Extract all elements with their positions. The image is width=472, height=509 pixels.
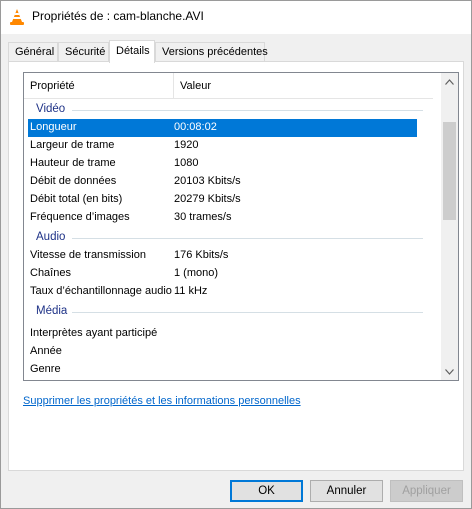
group-divider	[72, 110, 423, 111]
details-row[interactable]: Longueur 00:08:02	[28, 119, 417, 137]
details-row[interactable]: Année	[28, 343, 417, 361]
property-value: 20279 Kbits/s	[174, 193, 241, 205]
title-bar[interactable]: Propriétés de : cam-blanche.AVI	[1, 1, 471, 34]
scroll-thumb[interactable]	[443, 122, 456, 220]
details-panel: Propriété Valeur Vidéo Longueur 00:08:02…	[8, 61, 464, 471]
apply-button[interactable]: Appliquer	[390, 480, 463, 502]
vlc-cone-icon	[9, 8, 25, 26]
property-value: 30 trames/s	[174, 211, 232, 223]
remove-properties-link[interactable]: Supprimer les propriétés et les informat…	[23, 395, 301, 407]
property-name: Largeur de trame	[30, 139, 115, 151]
scroll-down-icon[interactable]	[441, 363, 458, 380]
property-name: Longueur	[30, 121, 77, 133]
group-divider	[72, 238, 423, 239]
tab-security[interactable]: Sécurité	[58, 42, 109, 62]
tab-general[interactable]: Général	[8, 42, 58, 62]
property-name: Fréquence d’images	[30, 211, 130, 223]
group-divider	[72, 312, 423, 313]
details-row[interactable]: Débit total (en bits) 20279 Kbits/s	[28, 191, 417, 209]
property-name: Débit total (en bits)	[30, 193, 123, 205]
property-name: Taux d’échantillonnage audio	[30, 285, 172, 297]
property-name: Genre	[30, 363, 61, 375]
details-row[interactable]: Chaînes 1 (mono)	[28, 265, 417, 283]
details-row[interactable]: Taux d’échantillonnage audio 11 kHz	[28, 283, 417, 301]
scroll-up-icon[interactable]	[441, 73, 458, 90]
property-value: 1920	[174, 139, 199, 151]
property-name: Interprètes ayant participé	[30, 327, 158, 339]
property-value: 1080	[174, 157, 199, 169]
property-value: 00:08:02	[174, 121, 217, 133]
details-row[interactable]: Fréquence d’images 30 trames/s	[28, 209, 417, 227]
details-row[interactable]: Largeur de trame 1920	[28, 137, 417, 155]
details-row[interactable]: Vitesse de transmission 176 Kbits/s	[28, 247, 417, 265]
details-row[interactable]: Interprètes ayant participé	[28, 325, 417, 343]
window-title: Propriétés de : cam-blanche.AVI	[32, 9, 204, 23]
property-name: Débit de données	[30, 175, 117, 187]
group-header-video: Vidéo	[24, 101, 433, 119]
properties-dialog: Propriétés de : cam-blanche.AVI Général …	[0, 0, 472, 509]
property-value: 20103 Kbits/s	[174, 175, 241, 187]
property-value: 176 Kbits/s	[174, 249, 229, 261]
group-label: Média	[36, 305, 68, 317]
details-rows: Vidéo Longueur 00:08:02 Largeur de trame…	[24, 99, 433, 380]
cancel-button[interactable]: Annuler	[310, 480, 383, 502]
details-row[interactable]: Débit de données 20103 Kbits/s	[28, 173, 417, 191]
group-label: Audio	[36, 231, 66, 243]
group-header-audio: Audio	[24, 229, 433, 247]
column-header-property[interactable]: Propriété	[24, 73, 173, 99]
tab-previous-versions[interactable]: Versions précédentes	[155, 42, 268, 62]
column-header: Propriété Valeur	[24, 73, 433, 99]
property-name: Vitesse de transmission	[30, 249, 146, 261]
property-name: Chaînes	[30, 267, 71, 279]
property-name: Hauteur de trame	[30, 157, 116, 169]
property-value: 11 kHz	[174, 285, 208, 297]
property-name: Année	[30, 345, 62, 357]
details-row[interactable]: Genre	[28, 361, 417, 379]
details-row[interactable]: Hauteur de trame 1080	[28, 155, 417, 173]
ok-button[interactable]: OK	[230, 480, 303, 502]
group-label: Vidéo	[36, 103, 66, 115]
property-value: 1 (mono)	[174, 267, 219, 279]
group-header-media: Média	[24, 303, 433, 321]
details-list[interactable]: Propriété Valeur Vidéo Longueur 00:08:02…	[23, 72, 459, 381]
column-header-value[interactable]: Valeur	[174, 73, 433, 99]
vertical-scrollbar[interactable]	[441, 73, 458, 380]
tab-details[interactable]: Détails	[109, 40, 155, 63]
